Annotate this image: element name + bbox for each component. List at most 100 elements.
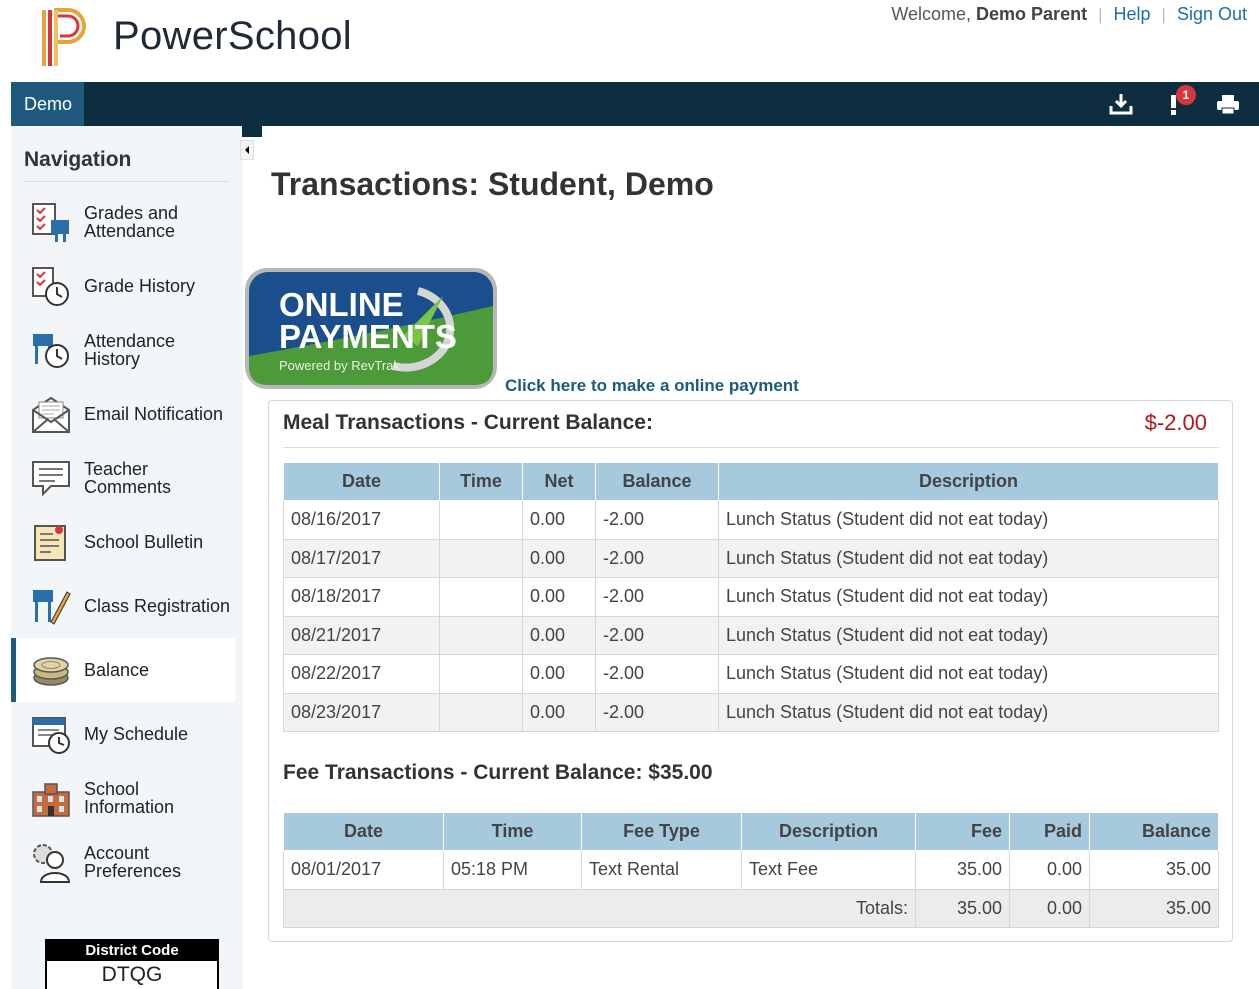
sidebar-item-balance[interactable]: Balance	[11, 638, 235, 702]
totals-row: Totals: 35.00 0.00 35.00	[283, 888, 1219, 928]
total-paid: 0.00	[1009, 888, 1090, 928]
cell-description: Lunch Status (Student did not eat today)	[718, 577, 1219, 617]
table-row: 08/22/2017 0.00 -2.00 Lunch Status (Stud…	[283, 654, 1219, 694]
help-link[interactable]: Help	[1114, 4, 1151, 25]
cell-balance: -2.00	[595, 500, 719, 540]
table-row: 08/17/2017 0.00 -2.00 Lunch Status (Stud…	[283, 538, 1219, 578]
top-nav-bar: Demo	[11, 82, 1259, 126]
cell-balance: -2.00	[595, 654, 719, 694]
tab-demo[interactable]: Demo	[11, 82, 84, 126]
sidebar-item-email-notification[interactable]: Email Notification	[11, 382, 235, 446]
sidebar-item-grade-history[interactable]: Grade History	[11, 254, 235, 318]
column-header: Time	[439, 462, 523, 501]
coins-icon	[33, 657, 69, 686]
sidebar-item-school-bulletin[interactable]: School Bulletin	[11, 510, 235, 574]
column-header: Time	[443, 812, 582, 851]
sidebar-item-account-preferences[interactable]: Account Preferences	[11, 830, 235, 894]
sidebar-item-class-registration[interactable]: Class Registration	[11, 574, 235, 638]
page-title: Transactions: Student, Demo	[271, 166, 714, 202]
sidebar-item-attendance-history[interactable]: Attendance History	[11, 318, 235, 382]
cell-net: 0.00	[522, 577, 596, 617]
cell-date: 08/17/2017	[283, 538, 440, 578]
column-header: Net	[522, 462, 596, 501]
cell-time	[439, 577, 523, 617]
column-header: Date	[283, 462, 440, 501]
sidebar-item-label: Balance	[84, 660, 150, 680]
district-code-label: District Code	[47, 941, 217, 961]
cell-time	[439, 692, 523, 732]
district-code: District Code DTQG	[45, 939, 219, 989]
sidebar-item-school-information[interactable]: School Information	[11, 766, 235, 830]
table-row: 08/16/2017 0.00 -2.00 Lunch Status (Stud…	[283, 500, 1219, 540]
divider	[283, 447, 1219, 448]
bulletin-icon	[34, 525, 66, 561]
chevron-left-icon	[245, 146, 249, 154]
online-payments-button[interactable]: ONLINE PAYMENTS Powered by RevTrak	[243, 266, 499, 391]
meal-section-title: Meal Transactions - Current Balance:	[283, 411, 653, 434]
sidebar-item-label: Class Registration	[84, 596, 231, 616]
sidebar-item-label: Teacher Comments	[84, 459, 172, 497]
table-row: 08/23/2017 0.00 -2.00 Lunch Status (Stud…	[283, 692, 1219, 732]
cell-description: Text Fee	[741, 850, 916, 890]
sidebar: Navigation Grades and Attendance Grade H…	[11, 126, 243, 989]
online-payment-link[interactable]: Click here to make a online payment	[505, 376, 799, 396]
user-name: Demo Parent	[976, 4, 1088, 24]
table-row: 08/18/2017 0.00 -2.00 Lunch Status (Stud…	[283, 577, 1219, 617]
divider: |	[1161, 4, 1166, 24]
sidebar-item-label: School Information	[84, 779, 175, 817]
nav-title: Navigation	[24, 148, 132, 171]
meal-balance-value: $-2.00	[1144, 410, 1207, 435]
cell-date: 08/21/2017	[283, 615, 440, 655]
cell-date: 08/18/2017	[283, 577, 440, 617]
sidebar-item-grades-attendance[interactable]: Grades and Attendance	[11, 190, 235, 254]
sidebar-item-label: Attendance History	[84, 331, 176, 369]
download-icon[interactable]	[1107, 90, 1135, 118]
cell-date: 08/23/2017	[283, 692, 440, 732]
column-header: Date	[283, 812, 444, 851]
cell-date: 08/16/2017	[283, 500, 440, 540]
column-header: Description	[718, 462, 1219, 501]
welcome-text: Welcome,	[891, 4, 972, 24]
attendance-history-icon	[33, 334, 69, 368]
cell-fee-type: Text Rental	[581, 850, 742, 890]
total-balance: 35.00	[1089, 888, 1219, 928]
account-preferences-icon	[33, 844, 71, 883]
cell-balance: -2.00	[595, 692, 719, 732]
notification-badge[interactable]: 1	[1176, 85, 1196, 105]
sign-out-link[interactable]: Sign Out	[1177, 4, 1247, 25]
cell-balance: -2.00	[595, 615, 719, 655]
schedule-icon	[32, 717, 70, 754]
totals-label: Totals:	[283, 888, 916, 928]
print-icon[interactable]	[1214, 90, 1242, 118]
collapse-sidebar-toggle[interactable]	[240, 140, 254, 160]
comments-icon	[32, 461, 70, 497]
cell-description: Lunch Status (Student did not eat today)	[718, 615, 1219, 655]
sidebar-item-label: My Schedule	[84, 724, 189, 744]
cell-time: 05:18 PM	[443, 850, 582, 890]
cell-balance: 35.00	[1089, 850, 1219, 890]
brand-name[interactable]: PowerSchool	[113, 14, 352, 59]
divider: |	[1098, 4, 1103, 24]
collapse-header-toggle[interactable]	[242, 125, 262, 137]
column-header: Balance	[1089, 812, 1219, 851]
cell-net: 0.00	[522, 654, 596, 694]
total-fee: 35.00	[915, 888, 1010, 928]
cell-balance: -2.00	[595, 577, 719, 617]
registration-icon	[33, 590, 71, 625]
fee-transactions-table: Date Time Fee Type Description Fee Paid …	[283, 812, 1219, 928]
payment-badge-powered: Powered by RevTrak	[279, 358, 400, 373]
school-icon	[32, 783, 70, 817]
cell-net: 0.00	[522, 538, 596, 578]
email-icon	[32, 396, 70, 433]
fee-section-title: Fee Transactions - Current Balance: $35.…	[283, 761, 713, 784]
table-row: 08/01/2017 05:18 PM Text Rental Text Fee…	[283, 850, 1219, 890]
sidebar-item-label: School Bulletin	[84, 532, 204, 552]
cell-description: Lunch Status (Student did not eat today)	[718, 692, 1219, 732]
cell-time	[439, 538, 523, 578]
cell-net: 0.00	[522, 692, 596, 732]
sidebar-item-my-schedule[interactable]: My Schedule	[11, 702, 235, 766]
cell-description: Lunch Status (Student did not eat today)	[718, 500, 1219, 540]
powerschool-logo-icon	[42, 8, 86, 66]
cell-fee: 35.00	[915, 850, 1010, 890]
sidebar-item-teacher-comments[interactable]: Teacher Comments	[11, 446, 235, 510]
